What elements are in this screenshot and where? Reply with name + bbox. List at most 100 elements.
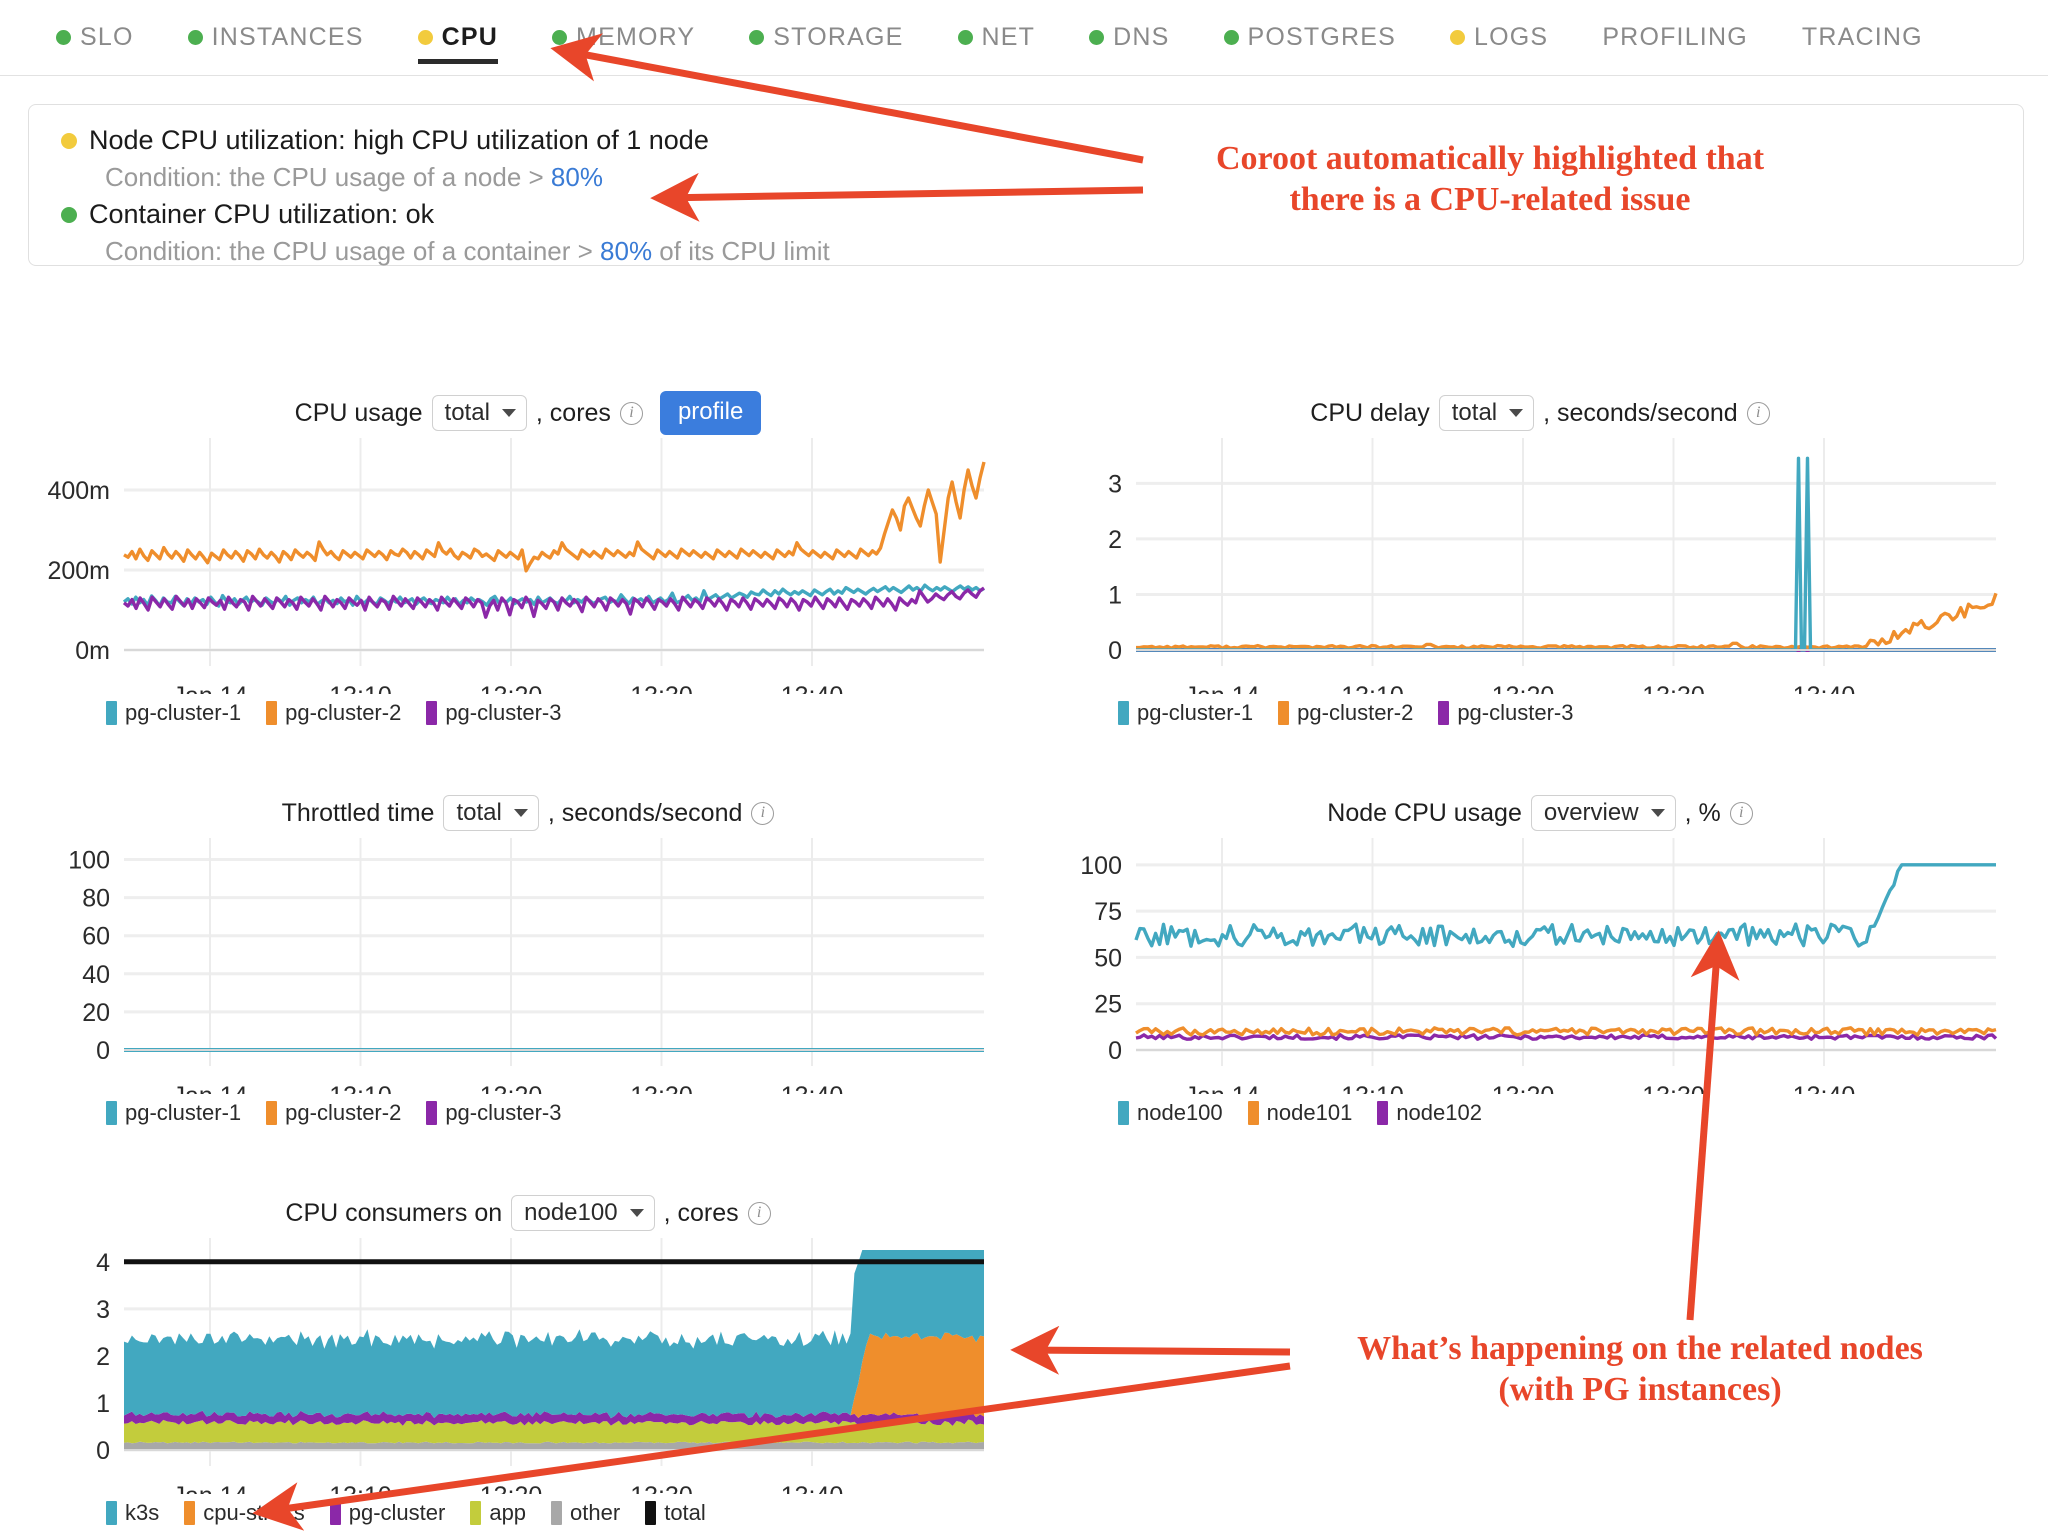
svg-text:13:40: 13:40 bbox=[781, 1482, 844, 1494]
tab-slo[interactable]: SLO bbox=[56, 0, 134, 76]
legend-swatch bbox=[266, 1101, 277, 1125]
condition-threshold[interactable]: 80% bbox=[600, 236, 652, 266]
tab-profiling[interactable]: PROFILING bbox=[1602, 0, 1748, 76]
svg-text:40: 40 bbox=[82, 961, 110, 989]
legend-item[interactable]: pg-cluster-2 bbox=[266, 700, 401, 726]
chart-selector-throttled-time[interactable]: total bbox=[443, 795, 538, 832]
legend-item[interactable]: pg-cluster-1 bbox=[1118, 700, 1253, 726]
chart-legend: k3s cpu-stress pg-cluster app other total bbox=[106, 1500, 1028, 1526]
chevron-down-icon bbox=[514, 809, 528, 817]
series-line-pg-cluster-1 bbox=[1136, 458, 1996, 650]
tab-memory[interactable]: MEMORY bbox=[552, 0, 695, 76]
chart-cpu-delay: CPU delaytotal, seconds/secondi0123Jan 1… bbox=[1040, 392, 2040, 726]
tab-logs[interactable]: LOGS bbox=[1450, 0, 1548, 76]
legend-item[interactable]: pg-cluster-2 bbox=[266, 1100, 401, 1126]
chevron-down-icon bbox=[1651, 809, 1665, 817]
condition-threshold[interactable]: 80% bbox=[551, 162, 603, 192]
info-icon[interactable]: i bbox=[620, 402, 643, 425]
legend-label: pg-cluster-3 bbox=[1457, 700, 1573, 726]
svg-text:13:10: 13:10 bbox=[329, 1082, 392, 1094]
legend-swatch bbox=[551, 1501, 562, 1525]
tab-status-dot bbox=[188, 30, 203, 45]
legend-swatch bbox=[184, 1501, 195, 1525]
svg-text:100: 100 bbox=[68, 847, 110, 875]
selector-value: overview bbox=[1544, 799, 1639, 827]
legend-item[interactable]: pg-cluster-3 bbox=[426, 700, 561, 726]
chart-unit: , cores bbox=[664, 1199, 739, 1228]
svg-text:13:10: 13:10 bbox=[329, 682, 392, 694]
chart-title: CPU delaytotal, seconds/secondi bbox=[1040, 392, 2040, 434]
legend-item[interactable]: node101 bbox=[1248, 1100, 1353, 1126]
tab-dns[interactable]: DNS bbox=[1089, 0, 1169, 76]
chart-plot-area[interactable]: 020406080100Jan 1413:1013:2013:3013:40 bbox=[28, 834, 1028, 1094]
info-icon[interactable]: i bbox=[751, 802, 774, 825]
condition-prefix: Condition: the CPU usage of a node > bbox=[105, 162, 551, 192]
chart-selector-cpu-delay[interactable]: total bbox=[1439, 395, 1534, 432]
chart-plot-area[interactable]: 0123Jan 1413:1013:2013:3013:40 bbox=[1040, 434, 2040, 694]
chart-legend: pg-cluster-1 pg-cluster-2 pg-cluster-3 bbox=[106, 700, 1028, 726]
legend-label: pg-cluster-2 bbox=[285, 700, 401, 726]
tab-cpu[interactable]: CPU bbox=[418, 0, 498, 76]
legend-item[interactable]: pg-cluster-2 bbox=[1278, 700, 1413, 726]
legend-item[interactable]: pg-cluster-3 bbox=[426, 1100, 561, 1126]
chart-title: CPU consumers onnode100, coresi bbox=[28, 1192, 1028, 1234]
chevron-down-icon bbox=[502, 409, 516, 417]
info-icon[interactable]: i bbox=[1747, 402, 1770, 425]
svg-text:0: 0 bbox=[96, 1037, 110, 1065]
tab-label: CPU bbox=[442, 23, 498, 52]
legend-item[interactable]: app bbox=[470, 1500, 526, 1526]
tab-tracing[interactable]: TRACING bbox=[1802, 0, 1923, 76]
health-status-dot bbox=[61, 133, 77, 149]
legend-swatch bbox=[330, 1501, 341, 1525]
chart-plot-area[interactable]: 0m200m400mJan 1413:1013:2013:3013:40 bbox=[28, 434, 1028, 694]
series-line-pg-cluster-2 bbox=[124, 462, 984, 571]
legend-item[interactable]: k3s bbox=[106, 1500, 159, 1526]
legend-item[interactable]: node100 bbox=[1118, 1100, 1223, 1126]
legend-label: total bbox=[664, 1500, 706, 1526]
svg-text:0: 0 bbox=[96, 1437, 110, 1465]
svg-text:50: 50 bbox=[1094, 944, 1122, 972]
health-check-text: Node CPU utilization: high CPU utilizati… bbox=[89, 125, 709, 156]
svg-text:2: 2 bbox=[96, 1343, 110, 1371]
legend-swatch bbox=[106, 1501, 117, 1525]
legend-label: node101 bbox=[1267, 1100, 1353, 1126]
chart-throttled-time: Throttled timetotal, seconds/secondi0204… bbox=[28, 792, 1028, 1126]
info-icon[interactable]: i bbox=[748, 1202, 771, 1225]
svg-text:75: 75 bbox=[1094, 898, 1122, 926]
tab-instances[interactable]: INSTANCES bbox=[188, 0, 364, 76]
legend-label: pg-cluster-2 bbox=[285, 1100, 401, 1126]
svg-text:13:30: 13:30 bbox=[630, 682, 693, 694]
chart-plot-area[interactable]: 0255075100Jan 1413:1013:2013:3013:40 bbox=[1040, 834, 2040, 1094]
legend-item[interactable]: node102 bbox=[1377, 1100, 1482, 1126]
profile-button[interactable]: profile bbox=[660, 391, 761, 435]
svg-text:13:10: 13:10 bbox=[1341, 1082, 1404, 1094]
info-icon[interactable]: i bbox=[1730, 802, 1753, 825]
chart-selector-node-cpu-usage[interactable]: overview bbox=[1531, 795, 1676, 832]
chart-selector-cpu-usage[interactable]: total bbox=[432, 395, 527, 432]
svg-text:13:20: 13:20 bbox=[480, 682, 543, 694]
tab-storage[interactable]: STORAGE bbox=[749, 0, 903, 76]
health-status-dot bbox=[61, 207, 77, 223]
tab-net[interactable]: NET bbox=[958, 0, 1036, 76]
legend-label: other bbox=[570, 1500, 620, 1526]
application-tabs: SLO INSTANCES CPU MEMORY STORAGE NET DNS POSTGR… bbox=[0, 0, 2048, 76]
svg-text:13:10: 13:10 bbox=[1341, 682, 1404, 694]
legend-item[interactable]: pg-cluster-1 bbox=[106, 700, 241, 726]
chart-plot-area[interactable]: 01234Jan 1413:1013:2013:3013:40 bbox=[28, 1234, 1028, 1494]
annotation-related-nodes: What’s happening on the related nodes (w… bbox=[1300, 1328, 1980, 1411]
legend-item[interactable]: pg-cluster-3 bbox=[1438, 700, 1573, 726]
tab-status-dot bbox=[56, 30, 71, 45]
legend-item[interactable]: cpu-stress bbox=[184, 1500, 304, 1526]
health-check-text: Container CPU utilization: ok bbox=[89, 199, 434, 230]
chart-cpu-consumers: CPU consumers onnode100, coresi01234Jan … bbox=[28, 1192, 1028, 1526]
svg-text:20: 20 bbox=[82, 999, 110, 1027]
tab-label: TRACING bbox=[1802, 23, 1923, 52]
legend-item[interactable]: pg-cluster bbox=[330, 1500, 446, 1526]
legend-item[interactable]: pg-cluster-1 bbox=[106, 1100, 241, 1126]
legend-item[interactable]: total bbox=[645, 1500, 706, 1526]
chart-unit: , seconds/second bbox=[548, 799, 743, 828]
condition-prefix: Condition: the CPU usage of a container … bbox=[105, 236, 600, 266]
legend-item[interactable]: other bbox=[551, 1500, 620, 1526]
chart-selector-cpu-consumers[interactable]: node100 bbox=[511, 1195, 654, 1232]
tab-postgres[interactable]: POSTGRES bbox=[1224, 0, 1397, 76]
